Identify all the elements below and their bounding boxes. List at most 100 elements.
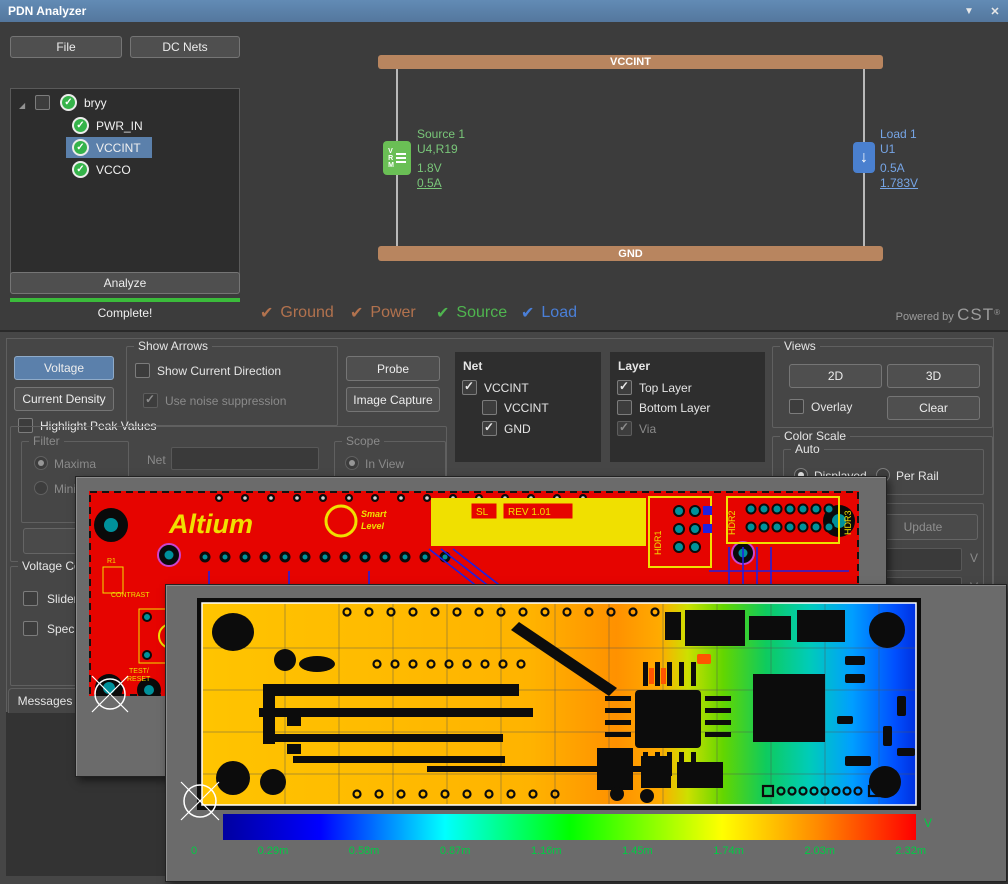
net-tree: ◢ ✓ bryy ✓ PWR_IN ✓ VCCINT ✓ VCCO <box>10 88 240 286</box>
clear-button[interactable]: Clear <box>887 396 980 420</box>
tree-item-pwr-in[interactable]: ✓ PWR_IN <box>11 116 239 135</box>
top-section: File DC Nets ◢ ✓ bryy ✓ PWR_IN ✓ VCCINT … <box>0 22 1008 330</box>
view-3d-button[interactable]: 3D <box>887 364 980 388</box>
analyze-button[interactable]: Analyze <box>10 272 240 294</box>
svg-text:Altium: Altium <box>168 509 253 539</box>
svg-text:HDR2: HDR2 <box>727 510 737 535</box>
load-designators: U1 <box>880 142 918 157</box>
load-arrow-icon[interactable]: ↓ <box>853 142 875 173</box>
tree-item-label: PWR_IN <box>96 119 143 133</box>
net-panel: Net VCCINT VCCINT GND <box>455 352 601 462</box>
image-capture-button[interactable]: Image Capture <box>346 387 440 412</box>
view-2d-button[interactable]: 2D <box>789 364 882 388</box>
radio-minima <box>34 481 48 495</box>
load-info: Load 1 U1 0.5A 1.783V <box>880 127 918 191</box>
source-voltage: 1.8V <box>417 161 465 176</box>
layer-panel: Layer Top Layer Bottom Layer Via <box>610 352 765 462</box>
current-density-button[interactable]: Current Density <box>14 387 114 411</box>
check-circle-icon: ✓ <box>72 161 89 178</box>
file-button[interactable]: File <box>10 36 122 58</box>
vrm-letters: VRM <box>388 148 394 169</box>
radio-maxima <box>34 456 48 470</box>
vrm-source-icon[interactable]: VRM <box>383 141 411 175</box>
svg-text:HDR1: HDR1 <box>653 530 663 555</box>
probe-button[interactable]: Probe <box>346 356 440 381</box>
vrm-bars <box>396 153 406 163</box>
svg-text:SL: SL <box>476 507 489 518</box>
svg-text:R1: R1 <box>107 558 116 565</box>
thermal-map-image[interactable] <box>197 598 921 810</box>
views-group: Views 2D 3D Overlay Clear <box>772 346 993 428</box>
rail-vccint[interactable]: VCCINT <box>378 55 883 69</box>
load-voltage-link[interactable]: 1.783V <box>880 176 918 191</box>
svg-text:HDR3: HDR3 <box>843 510 853 535</box>
caret-down-icon[interactable]: ▼ <box>956 6 982 17</box>
tree-item-vccint[interactable]: ✓ VCCINT <box>11 138 239 157</box>
check-circle-icon: ✓ <box>72 139 89 156</box>
svg-text:REV 1.01: REV 1.01 <box>508 507 551 518</box>
checkbox-net-vccint-child[interactable] <box>482 400 497 415</box>
close-icon[interactable]: ✕ <box>982 5 1008 18</box>
highlight-net-field <box>171 447 319 470</box>
check-circle-icon: ✓ <box>72 117 89 134</box>
progress-bar <box>10 298 240 302</box>
svg-text:TEST/: TEST/ <box>129 668 149 675</box>
svg-text:Smart: Smart <box>361 509 388 519</box>
scale-tick: 0.58m <box>349 845 380 857</box>
show-arrows-group: Show Arrows Show Current Direction Use n… <box>126 346 338 426</box>
source-designators: U4,R19 <box>417 142 465 157</box>
check-circle-icon: ✓ <box>60 94 77 111</box>
tree-item-label: VCCINT <box>96 141 141 155</box>
checkbox-specific[interactable] <box>23 621 38 636</box>
svg-text:Level: Level <box>361 521 385 531</box>
checkbox-root[interactable] <box>35 95 50 110</box>
load-name: Load 1 <box>880 127 918 142</box>
crosshair-cursor-icon <box>89 671 131 717</box>
divider <box>0 330 1008 332</box>
rail-gnd[interactable]: GND <box>378 246 883 261</box>
tree-item-root[interactable]: ✓ bryy <box>11 93 239 112</box>
check-icon: ✔ <box>260 303 273 323</box>
scale-unit-label: V <box>924 816 932 830</box>
title-bar[interactable]: PDN Analyzer ▼ ✕ <box>0 0 1008 22</box>
scale-tick: 1.16m <box>531 845 562 857</box>
legend-ground: ✔Ground <box>260 303 334 323</box>
tab-messages[interactable]: Messages <box>8 688 82 713</box>
tree-root-label: bryy <box>84 96 107 110</box>
color-scale-bar <box>223 814 916 840</box>
legend-source: ✔Source <box>436 303 507 323</box>
source-name: Source 1 <box>417 127 465 142</box>
scale-tick: 0 <box>191 845 197 857</box>
cst-logo: CST <box>957 305 994 324</box>
voltage-button[interactable]: Voltage <box>14 356 114 380</box>
load-current: 0.5A <box>880 161 918 176</box>
color-scale-labels: 0 0.29m 0.58m 0.87m 1.16m 1.45m 1.74m 2.… <box>191 845 926 857</box>
checkbox-top-layer[interactable] <box>617 380 632 395</box>
tree-item-vcco[interactable]: ✓ VCCO <box>11 160 239 179</box>
scale-tick: 0.29m <box>258 845 289 857</box>
scale-tick: 2.03m <box>804 845 835 857</box>
checkbox-net-gnd[interactable] <box>482 421 497 436</box>
checkbox-slider[interactable] <box>23 591 38 606</box>
voltage-map-window[interactable]: V 0 0.29m 0.58m 0.87m 1.16m 1.45m 1.74m … <box>165 584 1007 882</box>
check-icon: ✔ <box>436 303 449 323</box>
crosshair-cursor-icon <box>177 777 223 825</box>
check-icon: ✔ <box>350 303 363 323</box>
scale-tick: 0.87m <box>440 845 471 857</box>
checkbox-net-vccint[interactable] <box>462 380 477 395</box>
source-current-link[interactable]: 0.5A <box>417 176 465 191</box>
svg-text:CONTRAST: CONTRAST <box>111 592 150 599</box>
tree-item-label: VCCO <box>96 163 131 177</box>
checkbox-bottom-layer[interactable] <box>617 400 632 415</box>
checkbox-via <box>617 421 632 436</box>
powered-by-cst: Powered by CST® <box>850 305 1006 325</box>
checkbox-overlay[interactable] <box>789 399 804 414</box>
checkbox-noise-suppression <box>143 393 158 408</box>
checkbox-show-current-direction[interactable] <box>135 363 150 378</box>
unit-label: V <box>970 551 978 565</box>
legend-load: ✔Load <box>521 303 577 323</box>
legend-power: ✔Power <box>350 303 416 323</box>
dc-nets-button[interactable]: DC Nets <box>130 36 240 58</box>
radio-in-view <box>345 456 359 470</box>
scale-tick: 1.74m <box>713 845 744 857</box>
